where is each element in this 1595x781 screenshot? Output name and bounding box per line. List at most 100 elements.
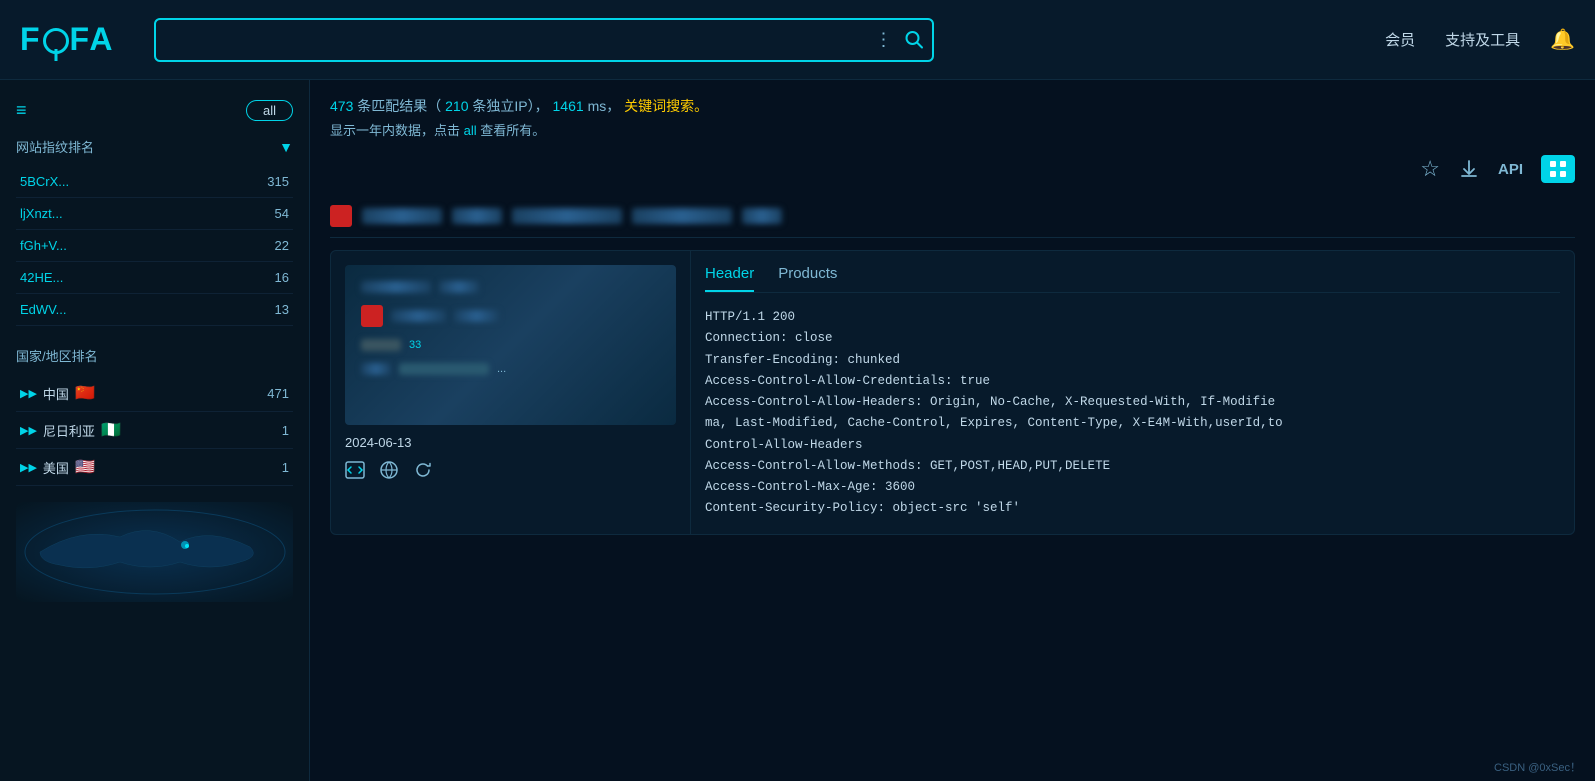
code-view-button[interactable] [345, 460, 365, 485]
blurred-extra [742, 208, 782, 224]
star-button[interactable]: ☆ [1420, 156, 1440, 182]
results-summary: 473 条匹配结果（ 210 条独立IP）， 1461 ms， 关键词搜索。 [330, 96, 1575, 116]
refresh-icon-button[interactable] [413, 460, 433, 485]
blur-site-2 [454, 310, 499, 322]
country-name-2: 美国 [43, 458, 69, 477]
country-list: ▶▶ 中国 🇨🇳 471 ▶▶ 尼日利亚 🇳🇬 1 ▶▶ 美国 🇺🇸 [16, 375, 293, 486]
nav-member[interactable]: 会员 [1385, 29, 1415, 50]
blur-meta-2 [361, 363, 391, 375]
notification-bell-icon[interactable]: 🔔 [1550, 27, 1575, 52]
logo-text: F [20, 21, 42, 58]
result-body: 33 ... 2024-06-13 [331, 251, 1574, 534]
nav-tools[interactable]: 支持及工具 [1445, 29, 1520, 50]
results-note: 显示一年内数据，点击 all 查看所有。 [330, 120, 1575, 139]
country-item-2[interactable]: ▶▶ 美国 🇺🇸 1 [16, 449, 293, 486]
flag-0: 🇨🇳 [75, 383, 95, 403]
header-line-0: HTTP/1.1 200 [705, 307, 1560, 328]
result-screenshot: 33 ... [345, 265, 676, 425]
blur-dots: ... [497, 363, 506, 375]
results-unit: 条匹配结果（ [357, 98, 441, 114]
header-line-1: Connection: close [705, 328, 1560, 349]
blur-site-1 [391, 310, 446, 322]
fingerprint-section-title: 网站指纹排名 ▼ [16, 137, 293, 156]
note-text: 显示一年内数据，点击 [330, 123, 460, 138]
blurred-ip-2 [452, 208, 502, 224]
header-line-3: Access-Control-Allow-Credentials: true [705, 371, 1560, 392]
expand-arrow-2: ▶▶ [20, 461, 37, 474]
search-bar: body="/saas/saasYhAction!sendRandom.acti… [154, 18, 934, 62]
globe-icon-button[interactable] [379, 460, 399, 485]
fingerprint-label-4: EdWV... [20, 302, 66, 317]
country-count-2: 1 [282, 460, 289, 475]
all-badge[interactable]: all [246, 100, 293, 121]
app-header: F FA body="/saas/saasYhAction!sendRandom… [0, 0, 1595, 80]
filter-icon[interactable]: ≡ [16, 100, 27, 121]
search-input[interactable]: body="/saas/saasYhAction!sendRandom.acti… [154, 18, 934, 62]
fingerprint-count-2: 22 [275, 238, 289, 253]
blur-path [439, 281, 479, 293]
results-ips: 210 [445, 98, 468, 114]
header-line-7: Access-Control-Allow-Methods: GET,POST,H… [705, 456, 1560, 477]
content-area: 473 条匹配结果（ 210 条独立IP）， 1461 ms， 关键词搜索。 显… [310, 80, 1595, 781]
header-content: HTTP/1.1 200 Connection: close Transfer-… [705, 307, 1560, 520]
result-card: 33 ... 2024-06-13 [330, 250, 1575, 535]
country-count-1: 1 [282, 423, 289, 438]
result-date: 2024-06-13 [345, 435, 676, 450]
screenshot-content: 33 ... [345, 265, 676, 425]
country-count-0: 471 [267, 386, 289, 401]
country-section-title: 国家/地区排名 [16, 346, 293, 365]
fingerprint-label-0: 5BCrX... [20, 174, 69, 189]
header-line-2: Transfer-Encoding: chunked [705, 350, 1560, 371]
keyword-search-link[interactable]: 关键词搜索。 [624, 98, 708, 114]
blurred-title [632, 208, 732, 224]
logo-text2: FA [70, 21, 115, 58]
results-time-unit: ms， [588, 98, 621, 114]
grid-view-button[interactable] [1541, 155, 1575, 183]
search-icon-group: ⋮ [874, 29, 924, 50]
fingerprint-list: 5BCrX... 315 ljXnzt... 54 fGh+V... 22 42… [16, 166, 293, 326]
blurred-ip-1 [362, 208, 442, 224]
header-line-5: ma, Last-Modified, Cache-Control, Expire… [705, 413, 1560, 434]
results-time: 1461 [553, 98, 584, 114]
note-suffix: 查看所有。 [480, 123, 545, 138]
fingerprint-item-3[interactable]: 42HE... 16 [16, 262, 293, 294]
fingerprint-count-4: 13 [275, 302, 289, 317]
expand-arrow-0: ▶▶ [20, 387, 37, 400]
top-result-row [330, 197, 1575, 238]
fingerprint-item-4[interactable]: EdWV... 13 [16, 294, 293, 326]
country-item-0[interactable]: ▶▶ 中国 🇨🇳 471 [16, 375, 293, 412]
fingerprint-count-3: 16 [275, 270, 289, 285]
fingerprint-item-0[interactable]: 5BCrX... 315 [16, 166, 293, 198]
results-ip-unit: 条独立IP）， [472, 98, 548, 114]
sort-icon[interactable]: ▼ [279, 139, 293, 155]
result-left-panel: 33 ... 2024-06-13 [331, 251, 691, 534]
all-link[interactable]: all [464, 123, 477, 138]
footer-credit: CSDN @0xSec！ [1494, 759, 1581, 775]
result-right-panel: Header Products HTTP/1.1 200 Connection:… [691, 251, 1574, 534]
country-label: 国家/地区排名 [16, 346, 98, 365]
result-actions [345, 460, 676, 485]
more-options-icon[interactable]: ⋮ [874, 29, 892, 50]
tab-products[interactable]: Products [778, 265, 837, 292]
country-item-1[interactable]: ▶▶ 尼日利亚 🇳🇬 1 [16, 412, 293, 449]
fingerprint-item-1[interactable]: ljXnzt... 54 [16, 198, 293, 230]
api-button[interactable]: API [1498, 161, 1523, 178]
header-line-4: Access-Control-Allow-Headers: Origin, No… [705, 392, 1560, 413]
fingerprint-count-0: 315 [267, 174, 289, 189]
tab-header[interactable]: Header [705, 265, 754, 292]
fingerprint-item-2[interactable]: fGh+V... 22 [16, 230, 293, 262]
sidebar: ≡ all 网站指纹排名 ▼ 5BCrX... 315 ljXnzt... 54… [0, 80, 310, 781]
favicon-icon [330, 205, 352, 227]
header-nav: 会员 支持及工具 🔔 [1385, 27, 1575, 52]
blurred-domain [512, 208, 622, 224]
map-svg [20, 507, 290, 597]
header-line-8: Access-Control-Max-Age: 3600 [705, 477, 1560, 498]
logo[interactable]: F FA [20, 21, 114, 58]
fingerprint-count-1: 54 [275, 206, 289, 221]
search-submit-icon[interactable] [904, 30, 924, 50]
results-total: 473 [330, 98, 353, 114]
expand-arrow-1: ▶▶ [20, 424, 37, 437]
fingerprint-label-3: 42HE... [20, 270, 63, 285]
download-button[interactable] [1458, 158, 1480, 180]
sidebar-top: ≡ all [16, 100, 293, 121]
